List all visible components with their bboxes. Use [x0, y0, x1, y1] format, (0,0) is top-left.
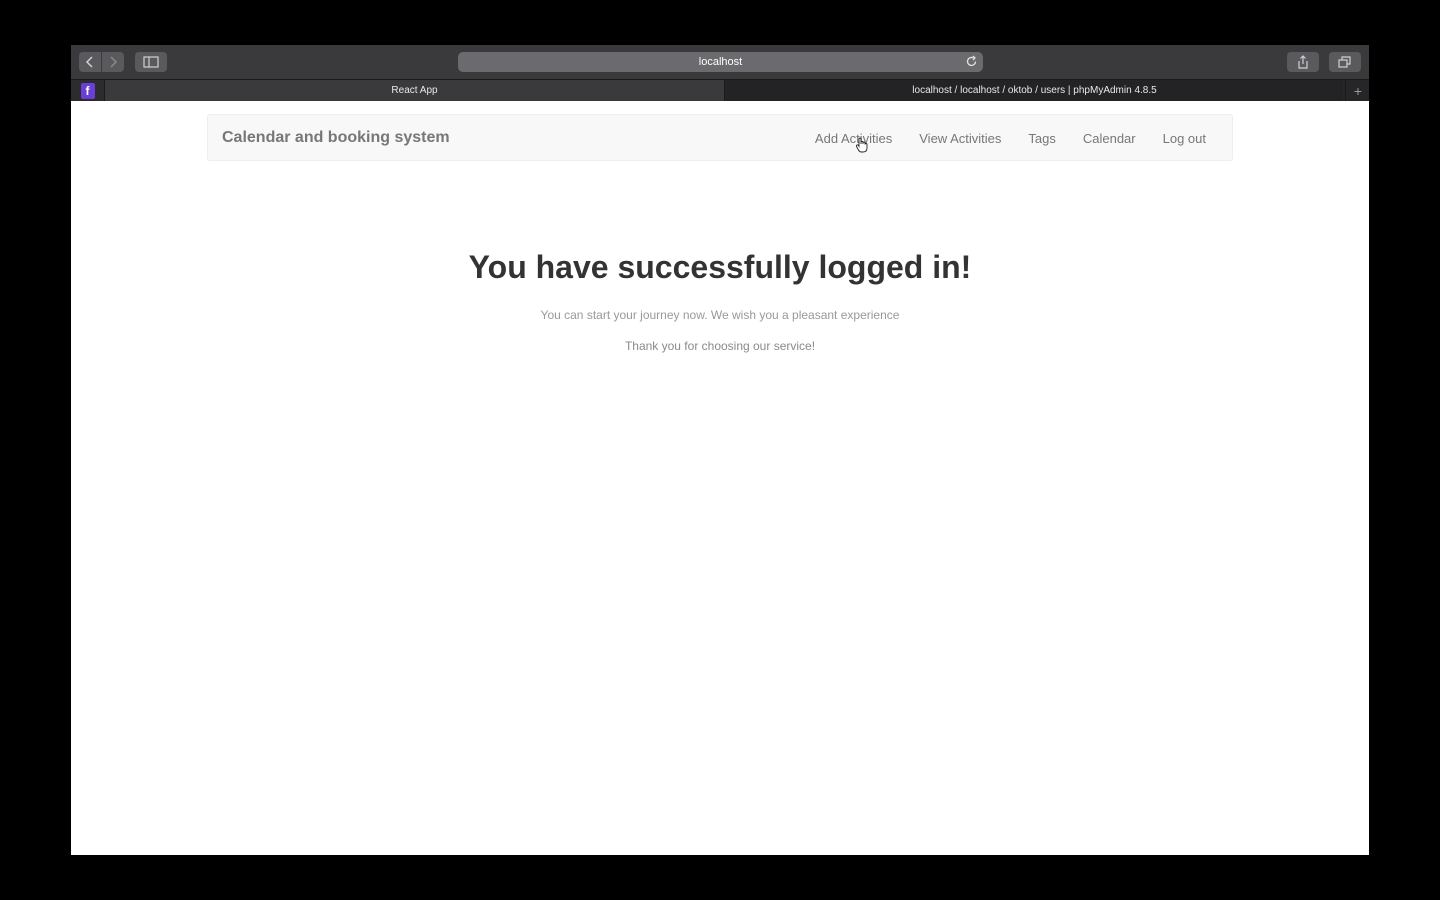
- nav-links: Add Activities View Activities Tags Cale…: [815, 131, 1206, 146]
- page-title: You have successfully logged in!: [468, 249, 972, 285]
- navbar-brand[interactable]: Calendar and booking system: [222, 129, 450, 147]
- share-button[interactable]: [1287, 52, 1319, 72]
- nav-link-add-activities[interactable]: Add Activities: [815, 131, 892, 146]
- browser-window: localhost f React App localhost / localh…: [71, 45, 1369, 855]
- forward-button[interactable]: [102, 52, 124, 72]
- tab-overview-button[interactable]: [1329, 52, 1361, 72]
- tabs-icon: [1338, 56, 1351, 68]
- browser-toolbar: localhost: [71, 45, 1369, 79]
- nav-link-log-out[interactable]: Log out: [1163, 131, 1206, 146]
- share-icon: [1298, 55, 1308, 69]
- sidebar-icon: [143, 56, 159, 68]
- tab-title: React App: [391, 85, 438, 96]
- new-tab-button[interactable]: +: [1345, 80, 1369, 101]
- reload-icon[interactable]: [965, 55, 978, 71]
- hand-cursor-icon: [855, 137, 869, 158]
- sidebar-toggle-button[interactable]: [135, 52, 167, 72]
- hero-section: You have successfully logged in! You can…: [71, 249, 1369, 353]
- thank-you-text: Thank you for choosing our service!: [624, 339, 816, 353]
- tab-bar: f React App localhost / localhost / okto…: [71, 79, 1369, 101]
- chevron-left-icon: [85, 56, 93, 68]
- facebook-icon: f: [80, 82, 95, 99]
- pinned-tab[interactable]: f: [71, 80, 105, 101]
- tab-phpmyadmin[interactable]: localhost / localhost / oktob / users | …: [726, 80, 1343, 101]
- welcome-subtitle: You can start your journey now. We wish …: [540, 308, 900, 322]
- nav-link-tags[interactable]: Tags: [1028, 131, 1055, 146]
- nav-link-calendar[interactable]: Calendar: [1083, 131, 1136, 146]
- page-content: Calendar and booking system Add Activiti…: [71, 101, 1369, 855]
- navbar: Calendar and booking system Add Activiti…: [207, 114, 1233, 161]
- tab-react-app[interactable]: React App: [105, 80, 725, 101]
- tab-title: localhost / localhost / oktob / users | …: [912, 85, 1157, 96]
- address-bar[interactable]: localhost: [458, 52, 983, 72]
- nav-link-view-activities[interactable]: View Activities: [919, 131, 1001, 146]
- back-button[interactable]: [79, 52, 101, 72]
- address-text: localhost: [698, 56, 743, 68]
- chevron-right-icon: [110, 56, 118, 68]
